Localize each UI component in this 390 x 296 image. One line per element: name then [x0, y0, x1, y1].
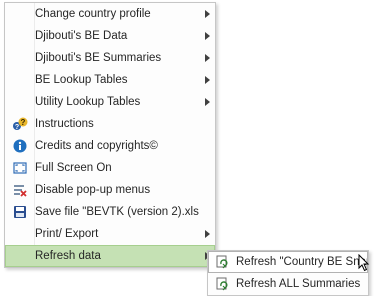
help-question-icon: ? ?	[13, 117, 28, 131]
submenu-arrow-icon	[199, 98, 215, 106]
context-menu: Change country profile Djibouti's BE Dat…	[4, 2, 216, 268]
save-disk-icon	[14, 206, 26, 218]
menu-item-be-lookup-tables[interactable]: BE Lookup Tables	[5, 69, 215, 91]
disable-menu-icon	[14, 185, 27, 197]
refresh-icon	[216, 255, 228, 269]
submenu-item-label: Refresh "Country BE Snapshot"	[236, 256, 368, 268]
menu-item-label: Instructions	[35, 118, 94, 130]
menu-item-label: BE Lookup Tables	[35, 74, 128, 86]
menu-item-label: Disable pop-up menus	[35, 184, 151, 196]
menu-item-refresh-data[interactable]: Refresh data	[5, 245, 215, 267]
menu-item-instructions[interactable]: ? ? Instructions	[5, 113, 215, 135]
full-screen-icon	[13, 162, 27, 174]
menu-item-be-summaries[interactable]: Djibouti's BE Summaries	[5, 47, 215, 69]
submenu-arrow-icon	[199, 76, 215, 84]
refresh-icon	[216, 277, 228, 291]
submenu-arrow-icon	[199, 32, 215, 40]
refresh-data-submenu: Refresh "Country BE Snapshot" Refresh AL…	[207, 250, 369, 296]
menu-item-label: Utility Lookup Tables	[35, 96, 141, 108]
menu-item-label: Save file "BEVTK (version 2).xlsm"	[35, 206, 199, 218]
submenu-arrow-icon	[199, 54, 215, 62]
menu-item-utility-lookup-tables[interactable]: Utility Lookup Tables	[5, 91, 215, 113]
menu-item-save-file[interactable]: Save file "BEVTK (version 2).xlsm"	[5, 201, 215, 223]
menu-item-label: Djibouti's BE Summaries	[35, 52, 162, 64]
info-icon	[13, 139, 27, 153]
menu-item-label: Credits and copyrights©	[35, 140, 158, 152]
menu-item-label: Full Screen On	[35, 162, 112, 174]
svg-text:?: ?	[15, 124, 19, 131]
menu-item-label: Print/ Export	[35, 228, 99, 240]
menu-item-be-data[interactable]: Djibouti's BE Data	[5, 25, 215, 47]
menu-item-disable-popup[interactable]: Disable pop-up menus	[5, 179, 215, 201]
submenu-item-label: Refresh ALL Summaries	[236, 278, 361, 290]
menu-item-full-screen[interactable]: Full Screen On	[5, 157, 215, 179]
mouse-pointer-icon	[358, 254, 370, 272]
submenu-item-refresh-country-snapshot[interactable]: Refresh "Country BE Snapshot"	[208, 251, 368, 273]
submenu-item-refresh-all-summaries[interactable]: Refresh ALL Summaries	[208, 273, 368, 295]
svg-text:?: ?	[21, 118, 26, 127]
menu-item-label: Djibouti's BE Data	[35, 30, 128, 42]
menu-item-label: Refresh data	[35, 250, 101, 262]
menu-item-print-export[interactable]: Print/ Export	[5, 223, 215, 245]
menu-item-change-country-profile[interactable]: Change country profile	[5, 3, 215, 25]
submenu-arrow-icon	[199, 10, 215, 18]
submenu-arrow-icon	[199, 230, 215, 238]
menu-item-label: Change country profile	[35, 8, 151, 20]
menu-item-credits[interactable]: Credits and copyrights©	[5, 135, 215, 157]
